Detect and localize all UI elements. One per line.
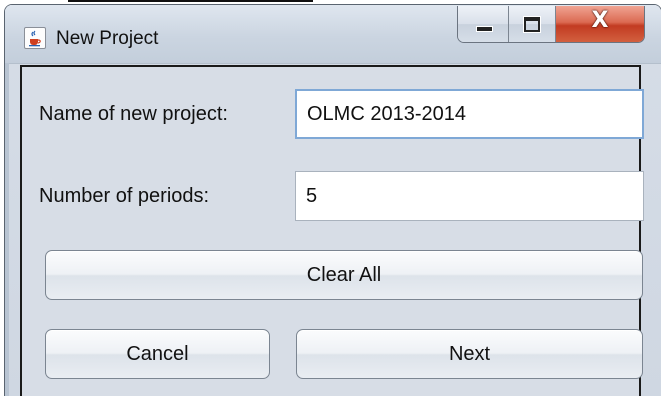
new-project-dialog: New Project X Name of new project: Numbe…: [5, 5, 661, 396]
window-frame-left: [5, 63, 9, 396]
next-button[interactable]: Next: [296, 329, 643, 379]
cancel-button[interactable]: Cancel: [45, 329, 270, 379]
maximize-icon: [523, 16, 541, 33]
close-icon: X: [591, 8, 609, 33]
window-title: New Project: [56, 28, 159, 49]
window-controls: X: [457, 6, 645, 43]
project-name-label: Name of new project:: [39, 103, 228, 125]
title-bar[interactable]: New Project X: [5, 5, 661, 64]
periods-input[interactable]: [295, 171, 644, 221]
clear-all-button[interactable]: Clear All: [45, 250, 643, 300]
maximize-button[interactable]: [509, 6, 556, 42]
minimize-button[interactable]: [458, 6, 509, 42]
project-name-input[interactable]: [295, 89, 644, 139]
background-underline: [68, 0, 313, 2]
periods-label: Number of periods:: [39, 185, 210, 207]
dialog-content: Name of new project: Number of periods: …: [20, 65, 644, 396]
close-button[interactable]: X: [556, 6, 644, 42]
minimize-icon: [476, 26, 493, 32]
java-cup-icon: [24, 27, 46, 49]
